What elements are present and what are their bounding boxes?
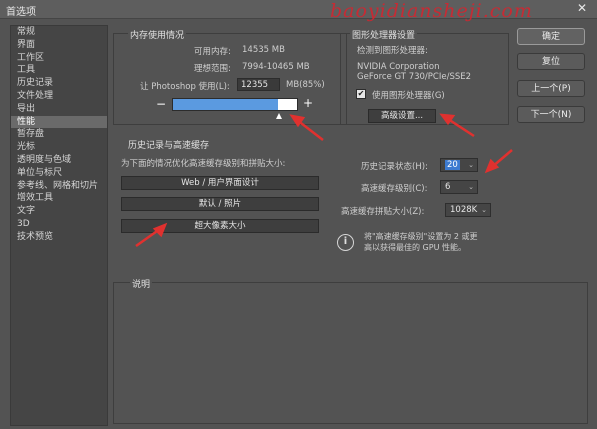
sidebar-item[interactable]: 参考线、网格和切片 xyxy=(11,180,107,193)
description-title: 说明 xyxy=(130,277,153,290)
available-memory-value: 14535 MB xyxy=(242,45,285,55)
sidebar-item[interactable]: 历史记录 xyxy=(11,77,107,90)
memory-usage-input[interactable]: 12355 xyxy=(237,78,280,91)
previous-button[interactable]: 上一个(P) xyxy=(517,80,585,97)
ok-button[interactable]: 确定 xyxy=(517,28,585,45)
chevron-down-icon: ⌄ xyxy=(468,161,474,169)
decrease-memory-button[interactable]: − xyxy=(156,97,166,111)
memory-percent-label: MB(85%) xyxy=(286,80,325,90)
history-states-select[interactable]: 20 ⌄ xyxy=(440,158,478,172)
cache-levels-value: 6 xyxy=(445,182,451,192)
sidebar-item[interactable]: 工具 xyxy=(11,64,107,77)
gpu-vendor: NVIDIA Corporation xyxy=(357,62,440,72)
sidebar-item[interactable]: 文字 xyxy=(11,205,107,218)
chevron-down-icon: ⌄ xyxy=(468,183,474,191)
gpu-model: GeForce GT 730/PCIe/SSE2 xyxy=(357,72,472,82)
cache-levels-label: 高速缓存级别(C): xyxy=(361,184,428,194)
gpu-title: 图形处理器设置 xyxy=(350,28,418,41)
cache-levels-select[interactable]: 6 ⌄ xyxy=(440,180,478,194)
slider-handle-icon[interactable] xyxy=(276,113,283,119)
ideal-range-value: 7994-10465 MB xyxy=(242,62,310,72)
sidebar-item[interactable]: 工作区 xyxy=(11,52,107,65)
info-icon: i xyxy=(337,234,354,251)
history-states-value: 20 xyxy=(445,160,460,170)
let-photoshop-use-label: 让 Photoshop 使用(L): xyxy=(140,82,230,92)
sidebar-item[interactable]: 透明度与色域 xyxy=(11,154,107,167)
sidebar-item[interactable]: 界面 xyxy=(11,39,107,52)
memory-title: 内存使用情况 xyxy=(128,28,187,41)
use-gpu-label: 使用图形处理器(G) xyxy=(372,91,445,101)
sidebar-item[interactable]: 单位与标尺 xyxy=(11,167,107,180)
sidebar-item[interactable]: 光标 xyxy=(11,141,107,154)
watermark: baoyidiansheji.com xyxy=(330,0,533,22)
sidebar-item[interactable]: 增效工具 xyxy=(11,192,107,205)
close-icon[interactable]: ✕ xyxy=(571,1,593,16)
preset-default-button[interactable]: 默认 / 照片 xyxy=(121,197,319,211)
history-states-label: 历史记录状态(H): xyxy=(361,162,428,172)
info-text-line-1: 将"高速缓存级别"设置为 2 或更 xyxy=(364,232,478,241)
memory-usage-fill xyxy=(173,99,279,110)
next-button[interactable]: 下一个(N) xyxy=(517,106,585,123)
chevron-down-icon: ⌄ xyxy=(481,206,487,214)
tile-size-value: 1028K xyxy=(450,205,478,215)
sidebar: 常规 界面 工作区 工具 历史记录 文件处理 导出 性能 暂存盘 光标 透明度与色域 单位与标尺 参考线… xyxy=(10,25,108,426)
reset-button[interactable]: 复位 xyxy=(517,53,585,70)
arrow-icon xyxy=(484,149,513,174)
sidebar-item[interactable]: 常规 xyxy=(11,26,107,39)
window-title: 首选项 xyxy=(6,7,36,18)
tile-size-select[interactable]: 1028K ⌄ xyxy=(445,203,491,217)
available-memory-label: 可用内存: xyxy=(194,47,231,57)
checkbox-icon[interactable]: ✔ xyxy=(356,89,366,99)
advanced-settings-button[interactable]: 高级设置... xyxy=(368,109,436,123)
sidebar-item[interactable]: 导出 xyxy=(11,103,107,116)
ideal-range-label: 理想范围: xyxy=(194,64,231,74)
increase-memory-button[interactable]: + xyxy=(303,96,313,110)
sidebar-item[interactable]: 暂存盘 xyxy=(11,128,107,141)
sidebar-item[interactable]: 技术预览 xyxy=(11,231,107,244)
preset-huge-button[interactable]: 超大像素大小 xyxy=(121,219,319,233)
optimize-label: 为下面的情况优化高速缓存级别和拼贴大小: xyxy=(121,159,286,169)
preset-web-button[interactable]: Web / 用户界面设计 xyxy=(121,176,319,190)
history-cache-title: 历史记录与高速缓存 xyxy=(128,141,210,151)
info-text-line-2: 高以获得最佳的 GPU 性能。 xyxy=(364,243,466,252)
detected-gpu-label: 检测到图形处理器: xyxy=(357,46,428,56)
sidebar-item[interactable]: 性能 xyxy=(11,115,107,129)
description-frame xyxy=(113,282,588,424)
memory-usage-slider[interactable] xyxy=(172,98,298,111)
tile-size-label: 高速缓存拼贴大小(Z): xyxy=(341,207,425,217)
sidebar-item[interactable]: 文件处理 xyxy=(11,90,107,103)
sidebar-item[interactable]: 3D xyxy=(11,218,107,231)
